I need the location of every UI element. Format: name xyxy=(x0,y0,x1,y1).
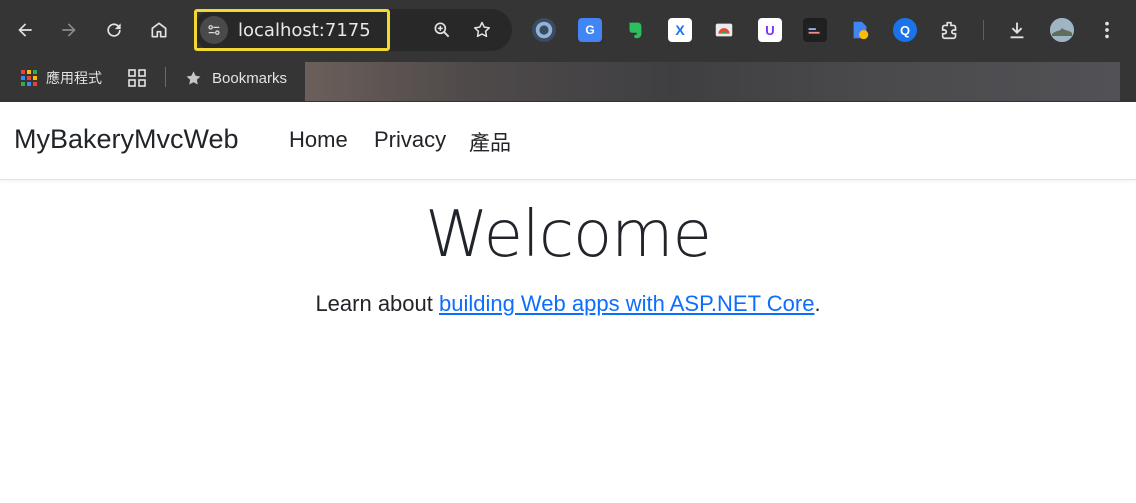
home-icon xyxy=(151,22,167,38)
reload-button[interactable] xyxy=(99,15,129,45)
u-extension-icon[interactable]: U xyxy=(758,18,782,42)
file-download-extension-icon[interactable] xyxy=(848,18,872,42)
apps-grid-icon xyxy=(21,70,37,86)
bookmarks-divider xyxy=(165,67,166,87)
nav-link-products[interactable]: 產品 xyxy=(469,127,511,157)
home-button[interactable] xyxy=(144,15,174,45)
nav-link-privacy[interactable]: Privacy xyxy=(374,127,446,153)
star-icon xyxy=(186,70,201,85)
bookmarks-bar-blurred-area xyxy=(305,62,1120,101)
page-title: Welcome xyxy=(425,198,712,272)
q-extension-icon[interactable]: Q xyxy=(893,18,917,42)
bookmarks-label: Bookmarks xyxy=(212,69,288,87)
lead-paragraph: Learn about building Web apps with ASP.N… xyxy=(0,291,1136,317)
bookmark-star-icon[interactable] xyxy=(470,18,494,42)
navbar-brand[interactable]: MyBakeryMvcWeb xyxy=(14,124,239,155)
tab-groups-button[interactable] xyxy=(127,66,147,90)
lead-prefix: Learn about xyxy=(315,291,439,316)
extension-circle-icon[interactable] xyxy=(532,18,556,42)
grid-icon xyxy=(128,69,146,87)
google-translate-icon[interactable]: G xyxy=(578,18,602,42)
terminal-extension-icon[interactable] xyxy=(803,18,827,42)
apps-bookmark-label: 應用程式 xyxy=(46,71,102,87)
lead-suffix: . xyxy=(814,291,821,316)
arrow-left-icon xyxy=(18,23,32,37)
evernote-icon[interactable] xyxy=(623,18,647,42)
profile-avatar[interactable] xyxy=(1050,18,1074,42)
nav-link-home[interactable]: Home xyxy=(289,127,348,153)
aspnet-docs-link[interactable]: building Web apps with ASP.NET Core xyxy=(439,291,814,316)
url-highlight-box xyxy=(194,9,390,51)
extension-window-icon[interactable] xyxy=(712,18,736,42)
more-menu-icon[interactable] xyxy=(1095,18,1119,42)
back-button[interactable] xyxy=(10,15,40,45)
zoom-icon[interactable] xyxy=(430,18,454,42)
download-icon[interactable] xyxy=(1005,18,1029,42)
arrow-right-icon xyxy=(62,23,76,37)
apps-bookmark[interactable]: 應用程式 xyxy=(20,66,102,90)
bookmarks-folder[interactable]: Bookmarks xyxy=(184,66,287,90)
forward-button[interactable] xyxy=(54,15,84,45)
extensions-puzzle-icon[interactable] xyxy=(938,18,962,42)
toolbar-divider xyxy=(983,20,984,40)
x-extension-icon[interactable]: X xyxy=(668,18,692,42)
reload-icon xyxy=(107,23,121,37)
